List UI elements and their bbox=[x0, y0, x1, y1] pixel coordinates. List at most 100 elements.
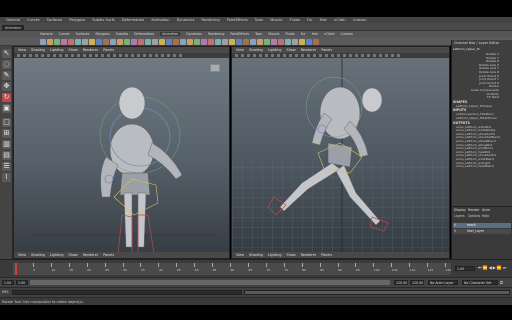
command-input[interactable] bbox=[12, 290, 242, 295]
shelf-tool-icon[interactable] bbox=[229, 38, 235, 45]
menu-14[interactable]: Hair bbox=[320, 18, 327, 22]
layer-menu-item[interactable]: Help bbox=[482, 214, 489, 218]
menu-7[interactable]: Dynamics bbox=[177, 18, 195, 22]
viewport-bottom-menu-item[interactable]: Lighting bbox=[268, 253, 282, 257]
shelf-tab-9[interactable]: PaintEffects bbox=[230, 32, 249, 36]
time-slider[interactable]: 1510152025303540455055606570758085909510… bbox=[0, 259, 512, 277]
playback-end-field[interactable]: 120.00 bbox=[394, 280, 408, 285]
shelf-tool-icon[interactable] bbox=[124, 38, 130, 45]
shelf-tool-icon[interactable] bbox=[54, 38, 60, 45]
viewport-bottom-menu-item[interactable]: Lighting bbox=[50, 253, 64, 257]
shelf-tool-icon[interactable] bbox=[243, 38, 249, 45]
shelf-tool-icon[interactable] bbox=[271, 38, 277, 45]
current-frame-field[interactable]: 1.00 bbox=[455, 266, 475, 271]
channel-object-name[interactable]: LeftArm_Upper_fk bbox=[453, 47, 511, 51]
scale-tool-icon[interactable]: ▣ bbox=[2, 104, 11, 113]
shelf-tool-icon[interactable] bbox=[222, 38, 228, 45]
shelf-tool-icon[interactable] bbox=[103, 38, 109, 45]
layer-row[interactable]: Vmesh bbox=[453, 223, 511, 228]
visibility-icon[interactable]: V bbox=[454, 229, 456, 233]
start-time-field[interactable]: 1.00 bbox=[2, 280, 14, 285]
layer-menu-item[interactable]: Layers bbox=[454, 214, 465, 218]
viewport-bottom-menu-item[interactable]: Show bbox=[287, 253, 296, 257]
shelf-tool-icon[interactable] bbox=[299, 38, 305, 45]
layer-tab[interactable]: Render bbox=[468, 208, 479, 212]
shelf-tool-icon[interactable] bbox=[257, 38, 263, 45]
shelf-tool-icon[interactable] bbox=[89, 38, 95, 45]
menu-11[interactable]: Muscle bbox=[270, 18, 282, 22]
shelf-tool-icon[interactable] bbox=[138, 38, 144, 45]
menu-2[interactable]: Surfaces bbox=[47, 18, 63, 22]
menu-3[interactable]: Polygons bbox=[69, 18, 85, 22]
layout-single-icon[interactable]: □ bbox=[2, 118, 11, 127]
shelf-tab-11[interactable]: Muscle bbox=[268, 32, 279, 36]
viewport-bottom-menu-item[interactable]: Renderer bbox=[83, 253, 98, 257]
menu-13[interactable]: Fur bbox=[307, 18, 313, 22]
menu-12[interactable]: Fluids bbox=[290, 18, 301, 22]
viewport-bottom-menu-item[interactable]: Shading bbox=[249, 253, 263, 257]
viewport-persp[interactable]: View Shading Lighting Show Renderer Pane… bbox=[13, 46, 230, 259]
shelf-tab-16[interactable]: Custom bbox=[341, 32, 353, 36]
shelf-tool-icon[interactable] bbox=[61, 38, 67, 45]
shelf-tab-1[interactable]: Curves bbox=[59, 32, 70, 36]
viewport-side[interactable]: View Shading Lighting Show Renderer Pane… bbox=[231, 46, 450, 259]
end-time-field[interactable]: 120.00 bbox=[410, 280, 424, 285]
layout-side-icon[interactable]: ▥ bbox=[2, 140, 11, 149]
menu-5[interactable]: Deformation bbox=[122, 18, 144, 22]
select-tool-icon[interactable]: ↖ bbox=[2, 49, 11, 58]
outliner-layout-icon[interactable]: ☰ bbox=[2, 162, 11, 171]
mode-select[interactable]: Animation bbox=[2, 24, 24, 30]
shelf-tool-icon[interactable] bbox=[306, 38, 312, 45]
layer-menu-item[interactable]: Options bbox=[468, 214, 480, 218]
channel-node[interactable]: arms_LeftArm_twistBlend bbox=[453, 164, 511, 168]
shelf-tab-12[interactable]: Fluids bbox=[285, 32, 294, 36]
shelf-tool-icon[interactable] bbox=[285, 38, 291, 45]
step-forward-icon[interactable]: ⏩ bbox=[497, 265, 502, 272]
layout-stack-icon[interactable]: ▤ bbox=[2, 151, 11, 160]
shelf-tool-icon[interactable] bbox=[96, 38, 102, 45]
graph-layout-icon[interactable]: ⌇ bbox=[2, 173, 11, 182]
shelf-tab-4[interactable]: Subdivs bbox=[116, 32, 129, 36]
shelf-tool-icon[interactable] bbox=[40, 38, 46, 45]
layer-tab[interactable]: Display bbox=[454, 208, 466, 212]
menu-10[interactable]: Toon bbox=[255, 18, 263, 22]
shelf-tool-icon[interactable] bbox=[166, 38, 172, 45]
menu-9[interactable]: PaintEffects bbox=[227, 18, 248, 22]
move-tool-icon[interactable]: ✥ bbox=[2, 82, 11, 91]
shelf-tool-icon[interactable] bbox=[194, 38, 200, 45]
shelf-tab-2[interactable]: Surfaces bbox=[76, 32, 90, 36]
go-start-icon[interactable]: ⏮ bbox=[478, 265, 482, 272]
lasso-tool-icon[interactable]: ◌ bbox=[2, 60, 11, 69]
shelf-tool-icon[interactable] bbox=[201, 38, 207, 45]
menu-6[interactable]: Animation bbox=[151, 18, 169, 22]
shelf-tool-icon[interactable] bbox=[47, 38, 53, 45]
character-set-field[interactable]: No Character Set bbox=[462, 280, 498, 285]
shelf-tool-icon[interactable] bbox=[215, 38, 221, 45]
visibility-icon[interactable]: V bbox=[454, 223, 456, 227]
play-back-icon[interactable]: ◀ bbox=[489, 265, 492, 272]
shelf-tool-icon[interactable] bbox=[68, 38, 74, 45]
shelf-tab-5[interactable]: Deformation bbox=[134, 32, 154, 36]
shelf-tab-13[interactable]: Fur bbox=[301, 32, 306, 36]
range-bar[interactable] bbox=[30, 280, 390, 285]
shelf-tab-6[interactable]: Animation bbox=[160, 32, 181, 36]
menu-1[interactable]: Curves bbox=[27, 18, 39, 22]
menu-16[interactable]: Custom bbox=[353, 18, 367, 22]
menu-0[interactable]: General bbox=[6, 18, 20, 22]
rotate-tool-icon[interactable]: ↻ bbox=[2, 93, 11, 102]
viewport-bottom-menu-item[interactable]: Panels bbox=[103, 253, 114, 257]
shelf-tool-icon[interactable] bbox=[236, 38, 242, 45]
channel-node[interactable]: LeftArm_Upper_fkSetDriver bbox=[453, 116, 511, 120]
paint-tool-icon[interactable]: ✎ bbox=[2, 71, 11, 80]
time-ruler[interactable]: 1510152025303540455055606570758085909510… bbox=[13, 263, 451, 275]
layer-tab[interactable]: Anim bbox=[482, 208, 490, 212]
view-cube-icon[interactable] bbox=[210, 64, 220, 72]
viewport-bottom-menu-item[interactable]: Shading bbox=[31, 253, 45, 257]
shelf-tab-7[interactable]: Dynamics bbox=[186, 32, 202, 36]
shelf-tool-icon[interactable] bbox=[145, 38, 151, 45]
shelf-tab-8[interactable]: Rendering bbox=[208, 32, 224, 36]
shelf-tab-0[interactable]: General bbox=[40, 32, 53, 36]
anim-layer-field[interactable]: No Anim Layer bbox=[428, 280, 458, 285]
shelf-tool-icon[interactable] bbox=[82, 38, 88, 45]
playhead[interactable] bbox=[15, 263, 17, 275]
